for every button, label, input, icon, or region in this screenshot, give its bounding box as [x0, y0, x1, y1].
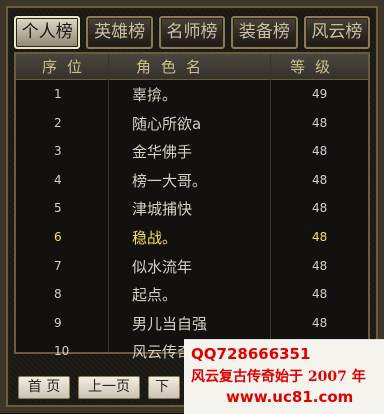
- cell-name: 津城捕快: [132, 200, 193, 219]
- cell-level: 48: [312, 115, 328, 130]
- ranking-tabs: 个人榜 英雄榜 名师榜 装备榜 风云榜: [14, 16, 371, 49]
- table-row[interactable]: 4 榜一大哥。 48: [16, 166, 368, 194]
- cell-level: 48: [312, 144, 328, 159]
- header-name: 角色名: [136, 58, 212, 76]
- watermark: QQ728666351 风云复古传奇始于 2007 年 www.uc81.com: [184, 339, 384, 414]
- header-level: 等级: [290, 58, 341, 76]
- cell-level: 48: [312, 258, 328, 273]
- cell-name: 榜一大哥。: [132, 171, 208, 190]
- cell-name: 随心所欲a: [132, 114, 202, 133]
- prev-page-button[interactable]: 上一页: [78, 376, 140, 399]
- cell-rank: 2: [54, 115, 62, 130]
- table-row[interactable]: 2 随心所欲a 48: [16, 109, 368, 137]
- table-row[interactable]: 7 似水流年 48: [16, 252, 368, 280]
- cell-rank: 3: [54, 144, 62, 159]
- cell-level: 49: [312, 87, 328, 101]
- table-row[interactable]: 3 金华佛手 48: [16, 137, 368, 165]
- cell-rank: 6: [54, 230, 62, 244]
- table-row[interactable]: 5 津城捕快 48: [16, 194, 368, 222]
- table-row[interactable]: 8 起点。 48: [16, 280, 368, 308]
- cell-rank: 10: [54, 344, 70, 359]
- table-header: 序位 角色名 等级: [16, 54, 368, 80]
- watermark-slogan: 风云复古传奇始于 2007 年: [191, 369, 366, 385]
- table-row[interactable]: 9 男儿当自强 48: [16, 309, 368, 337]
- table-row[interactable]: 6 稳战。 48: [16, 223, 368, 251]
- cell-level: 48: [312, 172, 328, 187]
- cell-rank: 4: [54, 172, 62, 187]
- ranking-table: 序位 角色名 等级 1 辜揜。 49 2 随心所欲a 48 3 金华佛手 48 4 榜一大哥。 48 5…: [14, 52, 370, 361]
- cell-level: 48: [312, 315, 328, 330]
- cell-name: 辜揜。: [132, 86, 178, 104]
- cell-rank: 7: [54, 258, 62, 273]
- cell-name: 金华佛手: [132, 143, 193, 162]
- tab-fengyun[interactable]: 风云榜: [303, 16, 371, 49]
- watermark-url: www.uc81.com: [226, 388, 354, 406]
- cell-name: 男儿当自强: [132, 314, 208, 333]
- first-page-button[interactable]: 首 页: [18, 376, 70, 399]
- tab-equipment[interactable]: 装备榜: [231, 16, 298, 49]
- cell-rank: 1: [54, 87, 62, 101]
- cell-rank: 5: [54, 201, 62, 216]
- cell-name: 起点。: [132, 286, 178, 305]
- table-row[interactable]: 1 辜揜。 49: [16, 80, 368, 108]
- cell-level: 48: [312, 230, 328, 244]
- watermark-qq: QQ728666351: [191, 345, 311, 363]
- header-rank: 序位: [42, 58, 93, 76]
- tab-personal[interactable]: 个人榜: [14, 16, 81, 49]
- tab-hero[interactable]: 英雄榜: [86, 16, 153, 49]
- cell-name: 稳战。: [132, 229, 178, 247]
- next-page-button[interactable]: 下一页: [148, 376, 180, 399]
- cell-name: 似水流年: [132, 257, 193, 276]
- cell-level: 48: [312, 287, 328, 302]
- cell-rank: 8: [54, 287, 62, 302]
- cell-level: 48: [312, 201, 328, 216]
- cell-rank: 9: [54, 315, 62, 330]
- tab-master[interactable]: 名师榜: [158, 16, 226, 49]
